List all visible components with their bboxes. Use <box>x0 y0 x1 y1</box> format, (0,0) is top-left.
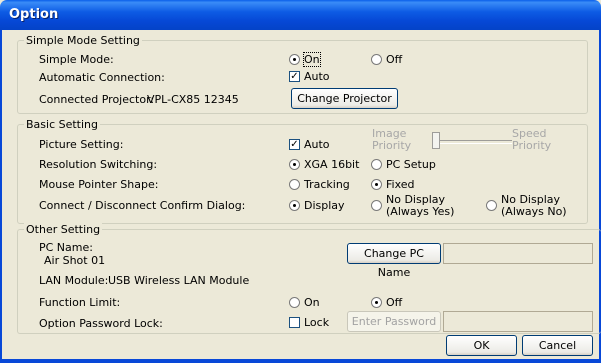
ok-button[interactable]: OK <box>446 335 517 356</box>
lan-module-label: LAN Module: <box>39 274 109 287</box>
auto-connection-label: Automatic Connection: <box>39 71 165 84</box>
picture-auto-checkbox[interactable]: ✓ <box>289 139 300 150</box>
simple-mode-off-radio[interactable] <box>371 54 382 65</box>
password-field[interactable] <box>443 311 593 332</box>
enter-password-button[interactable]: Enter Password <box>347 311 441 332</box>
simple-mode-off-label[interactable]: Off <box>386 53 402 66</box>
display-radio[interactable] <box>289 200 300 211</box>
cancel-button[interactable]: Cancel <box>522 335 593 356</box>
title-bar[interactable]: Option <box>0 0 601 30</box>
confirm-dialog-label: Connect / Disconnect Confirm Dialog: <box>39 199 246 212</box>
auto-connection-checkbox[interactable]: ✓ <box>289 71 300 82</box>
simple-mode-group-label: Simple Mode Setting <box>24 34 142 47</box>
no-display-always-yes-label-2[interactable]: (Always Yes) <box>386 205 454 218</box>
password-lock-checkbox[interactable] <box>289 317 300 328</box>
basic-setting-group-label: Basic Setting <box>24 118 101 131</box>
tracking-radio[interactable] <box>289 179 300 190</box>
other-setting-group-label: Other Setting <box>24 223 103 236</box>
connected-projector-value: VPL-CX85 12345 <box>147 93 239 106</box>
fixed-label[interactable]: Fixed <box>386 178 415 191</box>
function-limit-label: Function Limit: <box>39 296 121 309</box>
xga-16bit-radio[interactable] <box>289 159 300 170</box>
no-display-always-no-label-2[interactable]: (Always No) <box>501 205 567 218</box>
picture-setting-label: Picture Setting: <box>39 138 124 151</box>
mouse-pointer-label: Mouse Pointer Shape: <box>39 178 159 191</box>
picture-auto-label[interactable]: Auto <box>304 138 330 151</box>
connected-projector-label: Connected Projector: <box>39 93 155 106</box>
tracking-label[interactable]: Tracking <box>304 178 350 191</box>
pc-setup-radio[interactable] <box>371 159 382 170</box>
image-priority-label-2: Priority <box>372 139 412 152</box>
xga-16bit-label[interactable]: XGA 16bit <box>304 158 359 171</box>
function-limit-off-radio[interactable] <box>371 297 382 308</box>
password-lock-lock-label[interactable]: Lock <box>304 316 329 329</box>
no-display-always-no-radio[interactable] <box>486 200 497 211</box>
display-label[interactable]: Display <box>304 199 345 212</box>
function-limit-on-radio[interactable] <box>289 297 300 308</box>
priority-slider-thumb[interactable] <box>432 132 440 149</box>
simple-mode-label: Simple Mode: <box>39 53 114 66</box>
pc-name-label: PC Name: <box>39 241 93 254</box>
fixed-radio[interactable] <box>371 179 382 190</box>
password-lock-label: Option Password Lock: <box>39 317 163 330</box>
priority-slider-track[interactable] <box>434 140 512 144</box>
simple-mode-on-radio[interactable] <box>289 54 300 65</box>
change-pc-name-button[interactable]: Change PC Name <box>347 243 441 279</box>
pc-setup-label[interactable]: PC Setup <box>386 158 436 171</box>
auto-connection-auto-label[interactable]: Auto <box>304 70 330 83</box>
resolution-switching-label: Resolution Switching: <box>39 158 158 171</box>
function-limit-on-label[interactable]: On <box>304 296 320 309</box>
no-display-always-yes-radio[interactable] <box>371 200 382 211</box>
lan-module-value: USB Wireless LAN Module <box>108 274 250 287</box>
speed-priority-label-2: Priority <box>512 139 552 152</box>
window-title: Option <box>9 7 59 22</box>
change-projector-button[interactable]: Change Projector <box>291 88 398 109</box>
simple-mode-on-label[interactable]: On <box>303 52 321 67</box>
pc-name-value: Air Shot 01 <box>44 254 106 267</box>
pc-name-field[interactable] <box>443 243 593 264</box>
function-limit-off-label[interactable]: Off <box>386 296 402 309</box>
